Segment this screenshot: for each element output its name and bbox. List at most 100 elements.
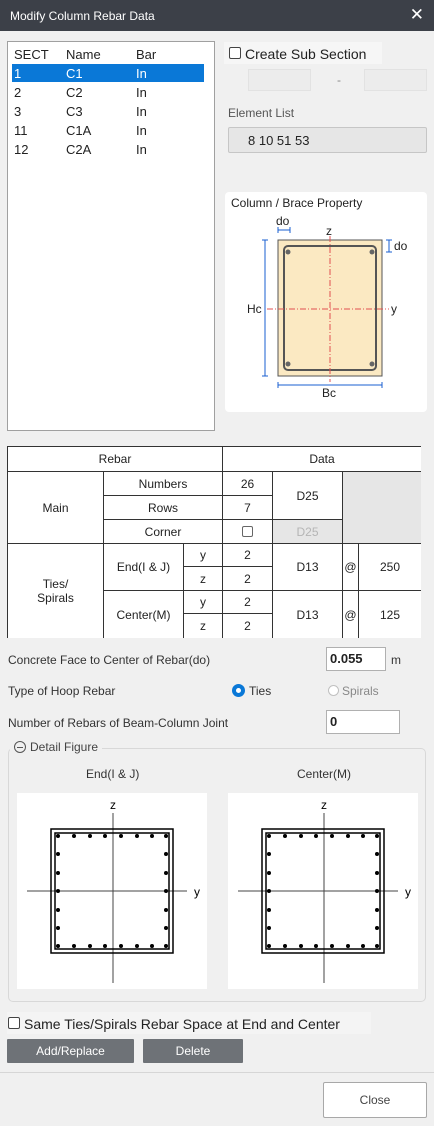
sub-section-from-input[interactable]	[248, 69, 311, 91]
y-axis-label: y	[194, 885, 200, 899]
end-figure: z y	[17, 793, 207, 989]
collapse-icon[interactable]	[14, 741, 26, 753]
end-z-input[interactable]: 2	[223, 567, 273, 591]
end-bar-select[interactable]: D13	[273, 544, 343, 591]
rebar-table: Rebar Data Main Numbers 26 D25 Rows 7 Co…	[7, 446, 421, 638]
main-label: Main	[8, 472, 104, 544]
end-space-input[interactable]: 250	[359, 544, 421, 591]
spirals-label: Spirals	[342, 684, 379, 698]
row-name: C1	[66, 66, 83, 81]
header-data: Data	[223, 447, 421, 472]
hc-label: Hc	[247, 302, 262, 316]
same-space-checkbox[interactable]: Same Ties/Spirals Rebar Space at End and…	[7, 1012, 371, 1034]
end-label: End(I & J)	[104, 544, 184, 591]
header-rebar: Rebar	[8, 447, 223, 472]
rows-input[interactable]: 7	[223, 496, 273, 520]
list-item[interactable]: 3 C3 In	[12, 102, 204, 120]
checkbox-icon[interactable]	[242, 526, 253, 537]
row-bar: In	[136, 104, 147, 119]
center-z-input[interactable]: 2	[223, 614, 273, 638]
close-button[interactable]: Close	[323, 1082, 427, 1118]
detail-figure-header[interactable]: Detail Figure	[10, 739, 103, 754]
section-diagram: do z do Hc y Bc	[247, 214, 408, 400]
hoop-type-label: Type of Hoop Rebar	[8, 684, 116, 698]
delete-button[interactable]: Delete	[143, 1039, 243, 1063]
center-figure: z y	[228, 793, 418, 989]
main-bar-select[interactable]: D25	[273, 472, 343, 520]
list-item[interactable]: 1 C1 In	[12, 64, 204, 82]
row-bar: In	[136, 123, 147, 138]
corner-label: Corner	[104, 520, 223, 544]
row-name: C3	[66, 104, 83, 119]
window-title: Modify Column Rebar Data	[10, 9, 155, 23]
center-bar-select[interactable]: D13	[273, 591, 343, 638]
center-at-label: @	[343, 591, 359, 638]
row-name: C1A	[66, 123, 92, 138]
create-sub-section-label: Create Sub Section	[245, 46, 367, 62]
element-list-label: Element List	[228, 106, 295, 120]
row-name: C2	[66, 85, 83, 100]
list-item[interactable]: 12 C2A In	[12, 140, 204, 158]
do-top-label: do	[276, 214, 290, 228]
rows-label: Rows	[104, 496, 223, 520]
end-z-label: z	[184, 567, 223, 591]
row-bar: In	[136, 66, 147, 81]
ties-radio[interactable]	[232, 684, 245, 697]
add-replace-button[interactable]: Add/Replace	[7, 1039, 134, 1063]
z-label: z	[326, 224, 332, 238]
row-sect: 1	[14, 66, 22, 81]
z-axis-label: z	[110, 798, 116, 812]
center-figure-svg: z y	[238, 798, 411, 983]
checkbox-icon[interactable]	[8, 1017, 20, 1029]
checkbox-icon[interactable]	[229, 47, 241, 59]
end-y-label: y	[184, 544, 223, 567]
joint-label: Number of Rebars of Beam-Column Joint	[8, 716, 229, 730]
corner-bar	[369, 361, 375, 367]
do-unit: m	[391, 653, 401, 667]
corner-bar	[369, 249, 375, 255]
center-figure-label: Center(M)	[297, 767, 352, 781]
title-bar: Modify Column Rebar Data ✕	[0, 0, 434, 31]
corner-checkbox[interactable]	[223, 520, 273, 544]
list-item[interactable]: 2 C2 In	[12, 83, 204, 101]
column-brace-property-panel: Column / Brace Property do z do Hc y Bc	[225, 192, 427, 412]
header-sect: SECT	[14, 47, 49, 62]
end-figure-svg: z y	[27, 798, 200, 983]
corner-bar-select: D25	[273, 520, 343, 544]
sub-section-to-input[interactable]	[364, 69, 427, 91]
center-y-label: y	[184, 591, 223, 614]
row-sect: 11	[14, 123, 28, 138]
numbers-label: Numbers	[104, 472, 223, 496]
row-sect: 12	[14, 142, 29, 157]
row-sect: 2	[14, 85, 22, 100]
z-axis-label: z	[321, 798, 327, 812]
create-sub-section-checkbox[interactable]: Create Sub Section	[224, 42, 382, 64]
do-right-label: do	[394, 239, 408, 253]
same-space-label: Same Ties/Spirals Rebar Space at End and…	[24, 1016, 340, 1032]
corner-bar	[285, 249, 291, 255]
section-list[interactable]: SECT Name Bar 1 C1 In 2 C2 In 3 C3 In 11…	[7, 41, 215, 431]
numbers-input[interactable]: 26	[223, 472, 273, 496]
close-icon[interactable]: ✕	[410, 5, 424, 25]
do-input[interactable]: 0.055	[326, 647, 386, 671]
row-bar: In	[136, 142, 147, 157]
element-list-value: 8 10 51 53	[248, 133, 310, 148]
main-empty	[343, 472, 421, 544]
spirals-radio[interactable]	[328, 685, 339, 696]
row-sect: 3	[14, 104, 22, 119]
bc-label: Bc	[322, 386, 336, 400]
joint-input[interactable]: 0	[326, 710, 400, 734]
list-item[interactable]: 11 C1A In	[12, 121, 204, 139]
center-label: Center(M)	[104, 591, 184, 638]
end-at-label: @	[343, 544, 359, 591]
detail-figure-title: Detail Figure	[30, 740, 99, 754]
ties-label: Ties	[249, 684, 272, 698]
row-name: C2A	[66, 142, 92, 157]
ties-spirals-label: Ties/ Spirals	[8, 544, 104, 638]
end-figure-label: End(I & J)	[86, 767, 140, 781]
center-space-input[interactable]: 125	[359, 591, 421, 638]
end-y-input[interactable]: 2	[223, 544, 273, 567]
center-y-input[interactable]: 2	[223, 591, 273, 614]
y-label: y	[391, 302, 397, 316]
corner-bar	[285, 361, 291, 367]
